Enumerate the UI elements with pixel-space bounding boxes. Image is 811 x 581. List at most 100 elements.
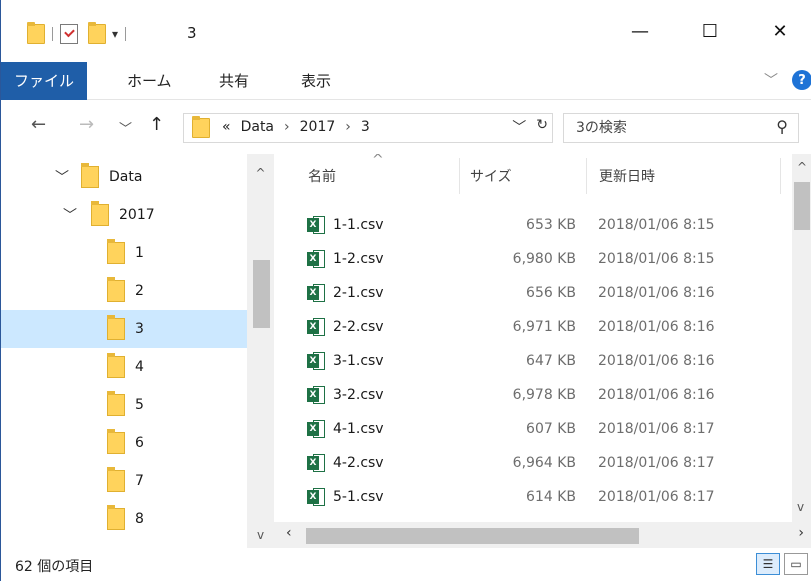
file-date: 2018/01/06 8:17 <box>598 421 715 437</box>
file-row[interactable]: X 4-2.csv 6,964 KB 2018/01/06 8:17 <box>274 446 792 480</box>
tree-item-2[interactable]: 2 <box>1 272 247 310</box>
tree-item-8[interactable]: 8 <box>1 500 247 538</box>
scroll-thumb[interactable] <box>306 528 639 544</box>
scroll-down-icon[interactable]: v <box>797 500 804 514</box>
status-bar: 62 個の項目 ☰ ▭ <box>1 548 811 581</box>
folder-icon <box>107 277 125 302</box>
sort-ascending-icon: ^ <box>372 154 384 168</box>
recent-locations-icon[interactable]: ﹀ <box>119 118 132 137</box>
tree-scrollbar[interactable]: ^ v <box>247 154 274 548</box>
scroll-up-icon[interactable]: ^ <box>797 160 807 174</box>
scroll-left-icon[interactable]: ‹ <box>286 525 292 541</box>
expand-chevron-icon[interactable]: ﹀ <box>55 167 69 187</box>
file-row[interactable]: X 5-1.csv 614 KB 2018/01/06 8:17 <box>274 480 792 514</box>
column-header-size[interactable]: サイズ <box>470 154 512 198</box>
column-size-label: サイズ <box>470 169 512 185</box>
tree-item-6[interactable]: 6 <box>1 424 247 462</box>
file-row[interactable]: X 3-2.csv 6,978 KB 2018/01/06 8:16 <box>274 378 792 412</box>
tree-item-1[interactable]: 1 <box>1 234 247 272</box>
file-size: 6,964 KB <box>512 455 576 471</box>
scroll-thumb[interactable] <box>794 182 810 230</box>
tab-view[interactable]: 表示 <box>287 62 345 100</box>
breadcrumb-overflow-icon[interactable]: « <box>222 119 231 135</box>
help-icon[interactable]: ? <box>792 70 811 90</box>
file-row[interactable]: X 2-2.csv 6,971 KB 2018/01/06 8:16 <box>274 310 792 344</box>
horizontal-scrollbar[interactable]: ‹ › <box>274 522 811 548</box>
item-count: 62 個の項目 <box>15 559 94 575</box>
breadcrumb-3[interactable]: 3 <box>361 119 370 135</box>
file-row[interactable]: X 1-1.csv 653 KB 2018/01/06 8:15 <box>274 208 792 242</box>
file-row[interactable]: X 4-1.csv 607 KB 2018/01/06 8:17 <box>274 412 792 446</box>
address-dropdown-icon[interactable]: ﹀ <box>512 117 526 137</box>
back-button[interactable]: ← <box>31 114 46 135</box>
column-header-modified[interactable]: 更新日時 <box>599 154 655 198</box>
excel-csv-icon: X <box>307 352 325 370</box>
folder-icon <box>107 429 125 454</box>
search-icon[interactable]: ⚲ <box>776 117 788 136</box>
search-box[interactable]: ⚲ <box>563 113 799 143</box>
file-size: 614 KB <box>526 489 576 505</box>
minimize-button[interactable]: — <box>617 16 663 46</box>
tree-item-label: 7 <box>135 473 144 489</box>
scroll-right-icon[interactable]: › <box>798 525 804 541</box>
close-button[interactable]: ✕ <box>757 16 803 46</box>
file-size: 6,971 KB <box>512 319 576 335</box>
tree-item-2017[interactable]: ﹀ 2017 <box>1 196 247 234</box>
folder-icon <box>107 505 125 530</box>
scroll-down-icon[interactable]: v <box>247 528 274 542</box>
tree-item-label: 3 <box>135 321 144 337</box>
tree-item-3[interactable]: 3 <box>1 310 247 348</box>
file-list-scrollbar[interactable]: ^ v <box>792 154 811 522</box>
tree-item-data[interactable]: ﹀ Data <box>1 158 247 196</box>
scroll-up-icon[interactable]: ^ <box>247 166 274 180</box>
navigation-pane: ﹀ Data ﹀ 2017 1 2 3 4 5 6 7 8 <box>1 154 247 548</box>
new-folder-icon[interactable] <box>88 22 106 44</box>
up-button[interactable]: ↑ <box>149 114 164 135</box>
ribbon-expand-icon[interactable]: ﹀ <box>764 70 778 90</box>
tree-item-label: 4 <box>135 359 144 375</box>
file-explorer-window: ▾ 3 — ☐ ✕ ファイル ホーム 共有 表示 ﹀ ? ← → ﹀ ↑ « D… <box>0 0 811 581</box>
tab-share[interactable]: 共有 <box>205 62 263 100</box>
column-header-name[interactable]: 名前 <box>308 154 336 198</box>
divider <box>125 27 127 41</box>
tab-file[interactable]: ファイル <box>1 62 87 100</box>
file-row[interactable]: X 3-1.csv 647 KB 2018/01/06 8:16 <box>274 344 792 378</box>
tree-item-label: 2017 <box>119 207 155 223</box>
breadcrumb-2017[interactable]: 2017 <box>300 119 336 135</box>
scroll-thumb[interactable] <box>253 260 270 328</box>
column-divider[interactable] <box>780 158 781 194</box>
address-bar[interactable]: « Data › 2017 › 3 ﹀ ↻ <box>183 113 553 143</box>
file-size: 6,978 KB <box>512 387 576 403</box>
file-size: 647 KB <box>526 353 576 369</box>
column-divider[interactable] <box>459 158 460 194</box>
breadcrumb-data[interactable]: Data <box>241 119 274 135</box>
breadcrumb-separator-icon[interactable]: › <box>345 119 351 135</box>
file-date: 2018/01/06 8:16 <box>598 387 715 403</box>
tree-item-7[interactable]: 7 <box>1 462 247 500</box>
file-name: 4-2.csv <box>333 455 384 471</box>
tree-item-4[interactable]: 4 <box>1 348 247 386</box>
tree-item-label: 2 <box>135 283 144 299</box>
tab-home[interactable]: ホーム <box>113 62 186 100</box>
file-date: 2018/01/06 8:16 <box>598 319 715 335</box>
refresh-icon[interactable]: ↻ <box>536 117 548 137</box>
file-row[interactable]: X 2-1.csv 656 KB 2018/01/06 8:16 <box>274 276 792 310</box>
quick-access-toolbar: ▾ <box>27 22 133 46</box>
search-input[interactable] <box>576 118 756 138</box>
details-view-icon[interactable]: ☰ <box>756 553 780 575</box>
tree-item-label: 8 <box>135 511 144 527</box>
tree-item-5[interactable]: 5 <box>1 386 247 424</box>
forward-button[interactable]: → <box>79 114 94 135</box>
folder-icon <box>27 22 45 44</box>
properties-check-icon[interactable] <box>60 24 78 44</box>
excel-csv-icon: X <box>307 386 325 404</box>
file-name: 3-2.csv <box>333 387 384 403</box>
large-icons-view-icon[interactable]: ▭ <box>784 553 808 575</box>
qa-dropdown-icon[interactable]: ▾ <box>112 27 118 41</box>
file-name: 1-2.csv <box>333 251 384 267</box>
maximize-button[interactable]: ☐ <box>687 16 733 46</box>
expand-chevron-icon[interactable]: ﹀ <box>63 205 77 225</box>
breadcrumb-separator-icon[interactable]: › <box>284 119 290 135</box>
column-divider[interactable] <box>586 158 587 194</box>
file-row[interactable]: X 1-2.csv 6,980 KB 2018/01/06 8:15 <box>274 242 792 276</box>
